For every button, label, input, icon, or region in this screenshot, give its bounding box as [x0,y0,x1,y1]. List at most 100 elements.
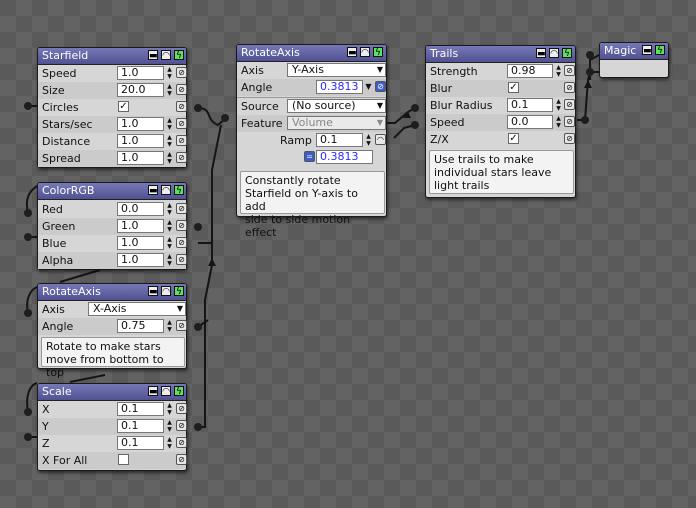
spinner-icon[interactable]: ▲ ▼ [165,253,174,267]
node-header[interactable]: RotateAxis ▬ ◠ ϟ [38,284,186,301]
feature-dropdown[interactable]: Volume ▼ [287,116,386,130]
bolt-icon[interactable]: ϟ [174,185,184,196]
distance-field[interactable]: 1.0 [117,134,164,148]
red-field[interactable]: 0.0 [117,202,164,216]
link-icon[interactable]: ⊘ [176,437,187,448]
minimize-icon[interactable]: ▬ [148,50,158,61]
scale-node[interactable]: Scale ▬ ◠ ϟ X 0.1 ▲ ▼ ⊘ Y 0.1 ▲ ▼ ⊘ Z 0.1 … [37,383,187,471]
link-icon[interactable]: ⊘ [176,152,187,163]
link-icon[interactable]: ⊘ [176,320,187,331]
x-for-all-checkbox[interactable] [118,454,129,465]
minimize-icon[interactable]: ▬ [347,47,357,58]
blur-radius-field[interactable]: 0.1 [507,98,553,112]
minimize-icon[interactable]: ▬ [148,185,158,196]
ramp-curve-icon[interactable]: ◠ [375,134,386,145]
node-header[interactable]: Trails ▬ ◠ ϟ [426,46,575,63]
spinner-icon[interactable]: ▲ ▼ [554,64,563,78]
colorrgb-input-port[interactable] [24,209,32,217]
equals-icon[interactable]: = [304,151,315,162]
magic-input-port[interactable] [586,51,594,59]
spinner-icon[interactable]: ▲ ▼ [165,419,174,433]
colorrgb-output-port[interactable] [194,223,202,231]
spinner-icon[interactable]: ▲ ▼ [554,115,563,129]
bolt-icon[interactable]: ϟ [174,286,184,297]
colorrgb-node[interactable]: ColorRGB ▬ ◠ ϟ Red 0.0 ▲ ▼ ⊘ Green 1.0 ▲ ▼… [37,182,187,270]
visibility-icon[interactable]: ◠ [161,185,171,196]
bolt-icon[interactable]: ϟ [655,45,665,56]
circles-checkbox[interactable]: ✓ [118,101,129,112]
trails-speed-field[interactable]: 0.0 [507,115,553,129]
visibility-icon[interactable]: ◠ [549,48,559,59]
node-header[interactable]: RotateAxis ▬ ◠ ϟ [237,45,386,62]
visibility-icon[interactable]: ◠ [161,50,171,61]
link-icon[interactable]: ⊘ [564,82,575,93]
rotate2-input-port[interactable] [221,114,229,122]
bolt-icon[interactable]: ϟ [562,48,572,59]
blur-checkbox[interactable]: ✓ [508,82,519,93]
ramp-field[interactable]: 0.1 [316,133,363,147]
spinner-icon[interactable]: ▲ ▼ [165,202,174,216]
rotateaxis-y-node[interactable]: RotateAxis ▬ ◠ ϟ Axis Y-Axis ▼ Angle 0.38… [236,44,387,239]
spinner-icon[interactable]: ▲ ▼ [165,402,174,416]
visibility-icon[interactable]: ◠ [360,47,370,58]
rotateaxis-x-node[interactable]: RotateAxis ▬ ◠ ϟ Axis X-Axis ▼ Angle 0.75… [37,283,187,379]
zx-checkbox[interactable]: ✓ [508,133,519,144]
link-icon[interactable]: ⊘ [176,220,187,231]
link-icon[interactable]: ⊘ [564,65,575,76]
visibility-icon[interactable]: ◠ [161,386,171,397]
starfield-node[interactable]: Starfield ▬ ◠ ϟ Speed 1.0 ▲ ▼ ⊘ Size 20.0… [37,47,187,168]
node-comment[interactable]: Rotate to make stars move from bottom to… [41,337,185,379]
link-icon[interactable]: ⊘ [176,254,187,265]
spinner-icon[interactable]: ▲ ▼ [165,134,174,148]
spinner-icon[interactable]: ▲ ▼ [165,117,174,131]
bolt-icon[interactable]: ϟ [174,386,184,397]
rotate1-input-port[interactable] [24,309,32,317]
link-icon[interactable]: ⊘ [176,84,187,95]
link-icon[interactable]: ⊘ [176,420,187,431]
link-icon[interactable]: ⊘ [176,67,187,78]
scale-input-port[interactable] [24,408,32,416]
dropdown-arrow-icon[interactable]: ▼ [364,80,373,94]
axis-dropdown[interactable]: Y-Axis ▼ [287,63,386,77]
node-header[interactable]: Starfield ▬ ◠ ϟ [38,48,186,65]
angle-field[interactable]: 0.3813 [316,80,363,94]
trails-input-port[interactable] [411,104,419,112]
alpha-field[interactable]: 1.0 [117,253,164,267]
spinner-icon[interactable]: ▲ ▼ [165,83,174,97]
spinner-icon[interactable]: ▲ ▼ [554,98,563,112]
node-header[interactable]: ColorRGB ▬ ◠ ϟ [38,183,186,200]
spinner-icon[interactable]: ▲ ▼ [165,236,174,250]
blue-field[interactable]: 1.0 [117,236,164,250]
link-icon[interactable]: ⊘ [176,237,187,248]
x-field[interactable]: 0.1 [117,402,164,416]
link-icon[interactable]: ⊘ [375,81,386,92]
link-icon[interactable]: ⊘ [564,99,575,110]
spinner-icon[interactable]: ▲ ▼ [165,151,174,165]
speed-field[interactable]: 1.0 [117,66,164,80]
link-icon[interactable]: ⊘ [176,203,187,214]
link-icon[interactable]: ⊘ [564,116,575,127]
magic-node[interactable]: Magic ▬ ϟ [599,42,669,78]
z-field[interactable]: 0.1 [117,436,164,450]
link-icon[interactable]: ⊘ [176,118,187,129]
scale-output-port[interactable] [194,423,202,431]
node-header[interactable]: Magic ▬ ϟ [600,43,668,60]
spread-field[interactable]: 1.0 [117,151,164,165]
source-dropdown[interactable]: (No source) ▼ [287,99,386,113]
angle-field[interactable]: 0.75 [117,319,164,333]
node-comment[interactable]: Constantly rotate Starfield on Y-axis to… [240,171,385,239]
y-field[interactable]: 0.1 [117,419,164,433]
node-header[interactable]: Scale ▬ ◠ ϟ [38,384,186,401]
minimize-icon[interactable]: ▬ [148,286,158,297]
strength-field[interactable]: 0.98 [507,64,553,78]
link-icon[interactable]: ⊘ [176,101,187,112]
size-field[interactable]: 20.0 [117,83,164,97]
green-field[interactable]: 1.0 [117,219,164,233]
spinner-icon[interactable]: ▲ ▼ [165,436,174,450]
colorrgb-input-port-2[interactable] [24,233,32,241]
stars-per-sec-field[interactable]: 1.0 [117,117,164,131]
link-icon[interactable]: ⊘ [176,135,187,146]
minimize-icon[interactable]: ▬ [642,45,652,56]
bolt-icon[interactable]: ϟ [174,50,184,61]
trails-node[interactable]: Trails ▬ ◠ ϟ Strength 0.98 ▲ ▼ ⊘ Blur ✓ ⊘… [425,45,576,198]
